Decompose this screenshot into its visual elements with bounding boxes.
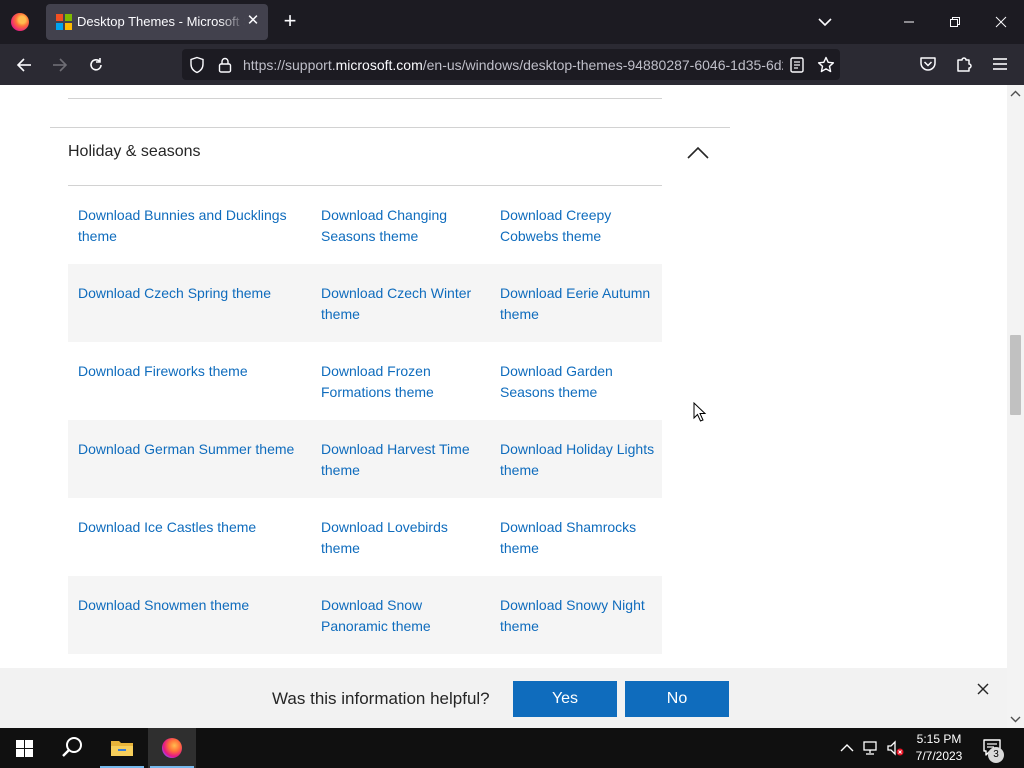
- scroll-down-arrow-icon[interactable]: [1007, 711, 1024, 728]
- feedback-yes-button[interactable]: Yes: [513, 681, 617, 717]
- theme-link[interactable]: Download Snow Panoramic theme: [321, 595, 481, 637]
- forward-button[interactable]: [46, 52, 74, 78]
- url-domain: microsoft.com: [335, 57, 423, 73]
- theme-link[interactable]: Download Lovebirds theme: [321, 517, 481, 559]
- reader-view-icon[interactable]: [788, 56, 806, 74]
- theme-link[interactable]: Download Frozen Formations theme: [321, 361, 481, 403]
- notification-count-badge: 3: [988, 747, 1004, 763]
- search-icon[interactable]: [48, 728, 96, 768]
- reload-button[interactable]: [82, 52, 110, 78]
- theme-link[interactable]: Download German Summer theme: [78, 439, 306, 460]
- tab-title: Desktop Themes - Microsoft Support: [77, 14, 245, 29]
- bookmark-star-icon[interactable]: [817, 56, 835, 74]
- page-scrollbar[interactable]: [1007, 85, 1024, 728]
- feedback-no-button[interactable]: No: [625, 681, 729, 717]
- new-tab-button[interactable]: +: [278, 10, 302, 34]
- close-icon[interactable]: [975, 681, 991, 697]
- system-clock[interactable]: 5:15 PM 7/7/2023: [906, 731, 972, 765]
- close-window-button[interactable]: [978, 0, 1024, 44]
- minimize-button[interactable]: [886, 0, 932, 44]
- url-bar[interactable]: https://support.microsoft.com/en-us/wind…: [182, 49, 840, 80]
- restore-button[interactable]: [932, 0, 978, 44]
- mouse-pointer-icon: [693, 401, 707, 422]
- theme-row: Download Czech Spring theme Download Cze…: [68, 264, 662, 342]
- theme-link[interactable]: Download Czech Winter theme: [321, 283, 481, 325]
- active-tab[interactable]: Desktop Themes - Microsoft Support ✕: [46, 4, 268, 40]
- section-divider: [50, 127, 730, 128]
- theme-row: Download Ice Castles theme Download Love…: [68, 498, 662, 576]
- theme-link[interactable]: Download Holiday Lights theme: [500, 439, 660, 481]
- theme-link[interactable]: Download Snowmen theme: [78, 595, 306, 616]
- theme-link[interactable]: Download Ice Castles theme: [78, 517, 306, 538]
- extensions-puzzle-icon[interactable]: [954, 54, 976, 76]
- clock-time: 5:15 PM: [916, 732, 962, 746]
- firefox-taskbar-icon[interactable]: [148, 728, 196, 768]
- scrollbar-thumb[interactable]: [1010, 335, 1021, 415]
- network-icon[interactable]: [862, 739, 880, 757]
- list-all-tabs-icon[interactable]: [814, 12, 836, 32]
- tracking-protection-shield-icon[interactable]: [188, 56, 206, 74]
- tab-close-icon[interactable]: ✕: [244, 12, 262, 30]
- theme-link[interactable]: Download Snowy Night theme: [500, 595, 660, 637]
- divider: [68, 98, 662, 99]
- chevron-up-icon[interactable]: [686, 145, 710, 161]
- browser-navbar: https://support.microsoft.com/en-us/wind…: [0, 44, 1024, 85]
- url-prefix: https://support.: [243, 57, 336, 73]
- theme-link[interactable]: Download Creepy Cobwebs theme: [500, 205, 660, 247]
- windows-taskbar: 5:15 PM 7/7/2023 3: [0, 728, 1024, 768]
- start-button-windows-icon[interactable]: [0, 728, 48, 768]
- theme-grid: Download Bunnies and Ducklings theme Dow…: [68, 186, 662, 654]
- feedback-question: Was this information helpful?: [272, 689, 490, 708]
- scroll-up-arrow-icon[interactable]: [1007, 85, 1024, 102]
- theme-link[interactable]: Download Eerie Autumn theme: [500, 283, 660, 325]
- url-text[interactable]: https://support.microsoft.com/en-us/wind…: [243, 57, 783, 73]
- lock-icon[interactable]: [216, 56, 234, 74]
- theme-link[interactable]: Download Czech Spring theme: [78, 283, 306, 304]
- feedback-bar: Was this information helpful? Yes No: [0, 668, 1007, 728]
- volume-muted-icon[interactable]: [886, 739, 904, 757]
- theme-row: Download Snowmen theme Download Snow Pan…: [68, 576, 662, 654]
- clock-date: 7/7/2023: [915, 749, 963, 763]
- back-button[interactable]: [10, 52, 38, 78]
- theme-link[interactable]: Download Bunnies and Ducklings theme: [78, 205, 306, 247]
- hamburger-menu-icon[interactable]: [990, 54, 1012, 76]
- theme-link[interactable]: Download Fireworks theme: [78, 361, 306, 382]
- pocket-icon[interactable]: [918, 54, 940, 76]
- theme-row: Download Bunnies and Ducklings theme Dow…: [68, 186, 662, 264]
- url-path: /en-us/windows/desktop-themes-94880287-6…: [422, 57, 783, 73]
- microsoft-favicon-icon: [56, 14, 72, 30]
- firefox-logo-icon[interactable]: [11, 13, 29, 31]
- theme-row: Download German Summer theme Download Ha…: [68, 420, 662, 498]
- page-content: Holiday & seasons Download Bunnies and D…: [0, 85, 1007, 668]
- section-title[interactable]: Holiday & seasons: [68, 143, 201, 161]
- file-explorer-icon[interactable]: [98, 728, 146, 768]
- theme-link[interactable]: Download Changing Seasons theme: [321, 205, 481, 247]
- theme-row: Download Fireworks theme Download Frozen…: [68, 342, 662, 420]
- theme-link[interactable]: Download Garden Seasons theme: [500, 361, 660, 403]
- browser-titlebar: Desktop Themes - Microsoft Support ✕ +: [0, 0, 1024, 44]
- theme-link[interactable]: Download Shamrocks theme: [500, 517, 660, 559]
- chevron-up-icon[interactable]: [838, 739, 856, 757]
- theme-link[interactable]: Download Harvest Time theme: [321, 439, 481, 481]
